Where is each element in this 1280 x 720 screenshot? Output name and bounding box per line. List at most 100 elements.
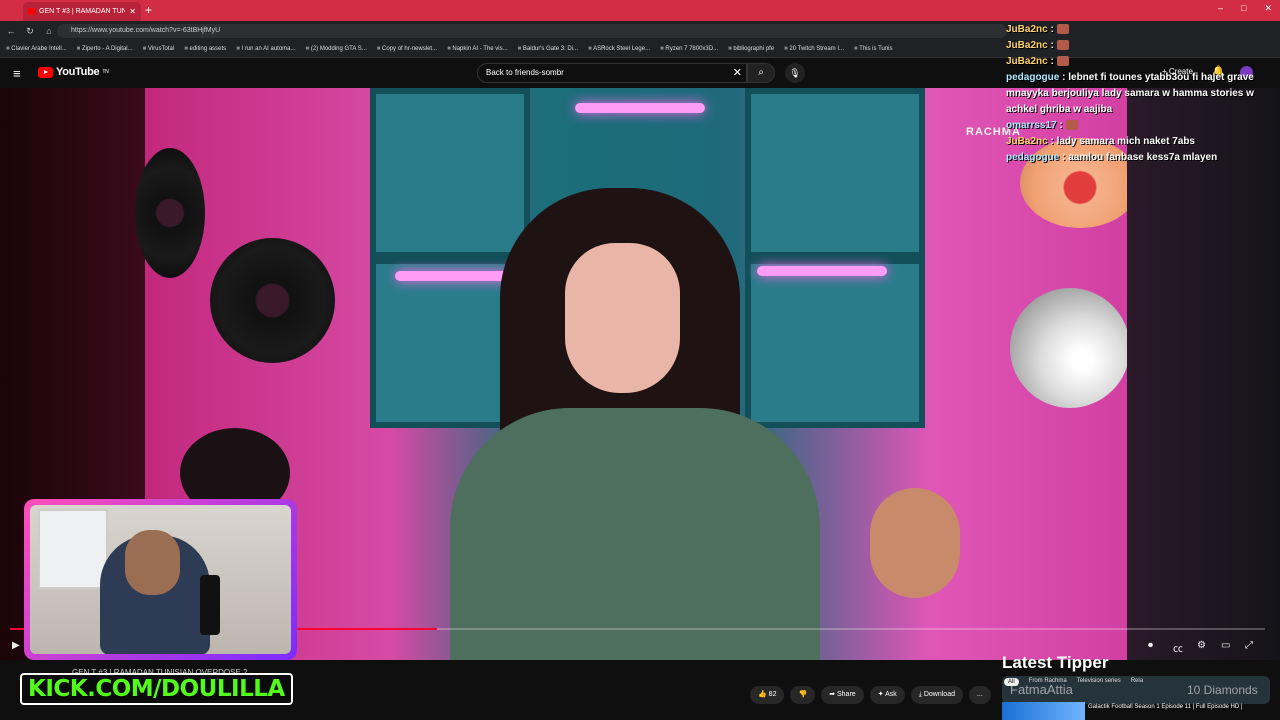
search-button[interactable]: ⌕ — [747, 63, 775, 83]
bookmark-item[interactable]: This is Tunis — [854, 46, 892, 52]
webcam-overlay — [24, 499, 297, 660]
latest-tipper-title: Latest Tipper — [1002, 653, 1109, 672]
chat-message: pedagogue : aamlou fanbase kess7a mlayen — [1006, 150, 1276, 166]
chat-overlay: JuBa2nc : JuBa2nc : JuBa2nc : pedagogue : l… — [1006, 22, 1276, 166]
youtube-logo-text: YouTube — [56, 66, 100, 78]
streamer-head — [125, 530, 180, 595]
more-actions-button[interactable]: ... — [968, 686, 991, 704]
chat-username: JuBa2nc — [1006, 56, 1048, 67]
play-icon[interactable]: ▶ — [12, 640, 20, 651]
recommended-thumbnail — [1002, 702, 1085, 720]
bookmark-item[interactable]: editing assets — [184, 46, 226, 52]
presenter-sweater — [450, 408, 820, 660]
neon-light — [575, 103, 705, 113]
chat-text: : — [1050, 56, 1054, 67]
bookmark-item[interactable]: ASRock Steel Lege... — [588, 46, 650, 52]
chat-text: : — [1059, 120, 1063, 131]
voice-search-button[interactable]: 🎙 — [785, 63, 805, 83]
scream-mask-prop — [870, 488, 960, 598]
emote-icon — [1056, 24, 1069, 35]
download-button[interactable]: ⤓ Download — [910, 686, 963, 704]
close-window-icon[interactable]: ✕ — [1264, 3, 1272, 14]
chat-text: : — [1050, 40, 1054, 51]
chat-message: JuBa2nc : — [1006, 38, 1276, 54]
chat-message: pedagogue : lebnet fi tounes ytabb3ou fi… — [1006, 70, 1276, 118]
bookmark-item[interactable]: Napkin AI - The vis... — [447, 46, 507, 52]
youtube-logo[interactable]: YouTube TN — [38, 66, 109, 78]
tab-youtube[interactable]: GEN T #3 | RAMADAN TUNISIAN ✕ — [23, 2, 141, 21]
back-icon[interactable]: ← — [3, 26, 19, 36]
chat-message: JuBa2nc : — [1006, 54, 1276, 70]
settings-gear-icon[interactable]: ⚙ — [1197, 640, 1206, 651]
share-label: Share — [837, 691, 856, 698]
vinyl-record — [210, 238, 335, 363]
chat-message: JuBa2nc : — [1006, 22, 1276, 38]
bookmark-item[interactable]: 20 Twitch Stream I... — [784, 46, 844, 52]
share-button[interactable]: ➦ Share — [821, 686, 864, 704]
search-icon: ⌕ — [758, 67, 764, 78]
bookmark-item[interactable]: VirusTotal — [143, 46, 174, 52]
vinyl-record — [135, 148, 205, 278]
microphone-prop — [200, 575, 220, 635]
bookmark-item[interactable]: I run an AI automa... — [236, 46, 295, 52]
webcam-window — [38, 509, 108, 589]
search-input[interactable]: Back to friends-sombr ✕ — [477, 63, 747, 83]
chat-username: JuBa2nc — [1006, 24, 1048, 35]
like-button[interactable]: 👍 82 — [750, 686, 785, 704]
new-tab-button[interactable]: + — [145, 3, 152, 17]
miniplayer-icon[interactable]: ▭ — [1221, 640, 1230, 651]
country-code: TN — [102, 69, 109, 75]
tipper-amount: 10 Diamonds — [1187, 683, 1258, 697]
window-controls: – □ ✕ — [1218, 3, 1272, 14]
bookmark-item[interactable]: bibliographi pfe — [728, 46, 774, 52]
microphone-icon: 🎙 — [789, 68, 801, 78]
like-count: 82 — [768, 691, 777, 698]
bookmark-item[interactable]: (2) Modding GTA S... — [306, 46, 367, 52]
webcam-feed — [30, 505, 291, 654]
chat-username: omarrss17 — [1006, 120, 1057, 131]
tab-title: GEN T #3 | RAMADAN TUNISIAN — [39, 8, 126, 15]
chip-related[interactable]: Rela — [1131, 678, 1143, 686]
chat-username: pedagogue — [1006, 152, 1060, 163]
close-tab-icon[interactable]: ✕ — [129, 7, 136, 16]
ask-label: Ask — [885, 691, 897, 698]
reload-icon[interactable]: ↻ — [22, 26, 38, 37]
chat-text: : aamlou fanbase kess7a mlayen — [1062, 152, 1218, 163]
presenter-face — [565, 243, 680, 393]
youtube-favicon-icon — [28, 8, 35, 15]
chat-username: pedagogue — [1006, 72, 1060, 83]
home-icon[interactable]: ⌂ — [41, 26, 57, 36]
menu-icon[interactable]: ≡ — [13, 66, 21, 81]
captions-icon[interactable]: ㏄ — [1173, 640, 1183, 655]
download-label: Download — [923, 691, 955, 698]
clear-search-icon[interactable]: ✕ — [733, 64, 742, 82]
video-right-backdrop — [1127, 88, 1280, 660]
recommended-video[interactable]: Galactik Football Season 1 Episode 11 | … — [1002, 702, 1270, 720]
youtube-play-logo-icon — [38, 66, 53, 78]
search-value: Back to friends-sombr — [486, 68, 564, 77]
emote-icon — [1056, 56, 1069, 67]
video-actions: 👍 82 👎 ➦ Share ✦ Ask ⤓ Download ... — [750, 686, 991, 704]
presenter — [450, 188, 820, 660]
chat-message: omarrss17 : — [1006, 118, 1276, 134]
autoplay-toggle-icon[interactable]: ⏺ — [1148, 640, 1153, 651]
chip-all[interactable]: All — [1004, 678, 1019, 686]
chat-username: JuBa2nc — [1006, 136, 1048, 147]
chat-text: : lady samara mich naket 7abs — [1050, 136, 1195, 147]
ask-button[interactable]: ✦ Ask — [869, 686, 905, 704]
bookmark-item[interactable]: Ryzen 7 7800x3D... — [660, 46, 718, 52]
bookmark-item[interactable]: Clavier Arabe Intell... — [6, 46, 66, 52]
maximize-icon[interactable]: □ — [1241, 3, 1246, 14]
minimize-icon[interactable]: – — [1218, 3, 1223, 14]
url-field[interactable]: https://www.youtube.com/watch?v=-63tBHjf… — [57, 24, 1007, 38]
bookmark-item[interactable]: Copy of hr-newslet... — [377, 46, 437, 52]
dislike-button[interactable]: 👎 — [790, 686, 816, 704]
bookmark-item[interactable]: Ziperto - A Digital... — [77, 46, 133, 52]
chip-from-channel[interactable]: From Rachma — [1029, 678, 1067, 686]
chip-television-series[interactable]: Television series — [1077, 678, 1121, 686]
emote-icon — [1056, 40, 1069, 51]
browser-tab-bar: GEN T #3 | RAMADAN TUNISIAN ✕ + – □ ✕ — [0, 0, 1280, 21]
kick-url-banner: KICK.COM/DOULILLA — [20, 673, 293, 705]
bookmark-item[interactable]: Baldur's Gate 3: Di... — [518, 46, 578, 52]
fullscreen-icon[interactable]: ⤢ — [1245, 640, 1253, 651]
